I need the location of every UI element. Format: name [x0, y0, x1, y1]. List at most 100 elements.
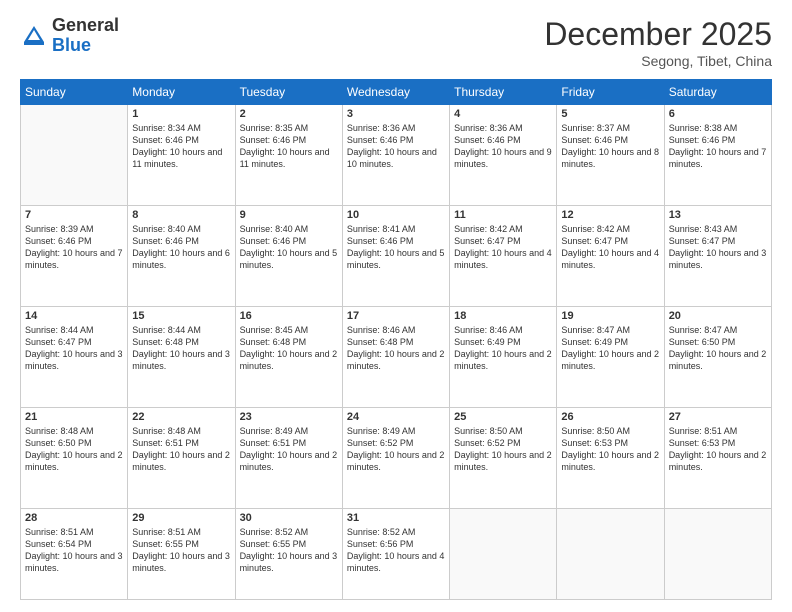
day-number: 30 [240, 512, 338, 524]
cell-info: Sunrise: 8:50 AMSunset: 6:52 PMDaylight:… [454, 425, 552, 474]
cell-info: Sunrise: 8:50 AMSunset: 6:53 PMDaylight:… [561, 425, 659, 474]
cell-info: Sunrise: 8:36 AMSunset: 6:46 PMDaylight:… [347, 122, 445, 171]
table-row [21, 105, 128, 206]
table-row: 17 Sunrise: 8:46 AMSunset: 6:48 PMDayligh… [342, 307, 449, 408]
table-row: 13 Sunrise: 8:43 AMSunset: 6:47 PMDayligh… [664, 206, 771, 307]
table-row: 23 Sunrise: 8:49 AMSunset: 6:51 PMDayligh… [235, 408, 342, 509]
day-number: 3 [347, 108, 445, 120]
cell-info: Sunrise: 8:44 AMSunset: 6:48 PMDaylight:… [132, 324, 230, 373]
table-row: 5 Sunrise: 8:37 AMSunset: 6:46 PMDaylight… [557, 105, 664, 206]
table-row: 24Sunrise: 8:49 AMSunset: 6:52 PMDayligh… [342, 408, 449, 509]
day-number: 18 [454, 310, 552, 322]
day-number: 6 [669, 108, 767, 120]
cell-info: Sunrise: 8:46 AMSunset: 6:48 PMDaylight:… [347, 324, 445, 373]
table-row [557, 509, 664, 600]
table-row: 1Sunrise: 8:34 AMSunset: 6:46 PMDaylight… [128, 105, 235, 206]
cell-info: Sunrise: 8:45 AMSunset: 6:48 PMDaylight:… [240, 324, 338, 373]
day-number: 15 [132, 310, 230, 322]
cell-info: Sunrise: 8:42 AMSunset: 6:47 PMDaylight:… [561, 223, 659, 272]
cell-info: Sunrise: 8:44 AMSunset: 6:47 PMDaylight:… [25, 324, 123, 373]
logo: General Blue [20, 16, 119, 56]
col-monday: Monday [128, 80, 235, 105]
table-row: 12 Sunrise: 8:42 AMSunset: 6:47 PMDayligh… [557, 206, 664, 307]
col-thursday: Thursday [450, 80, 557, 105]
day-number: 13 [669, 209, 767, 221]
table-row: 22 Sunrise: 8:48 AMSunset: 6:51 PMDayligh… [128, 408, 235, 509]
day-number: 7 [25, 209, 123, 221]
logo-general-text: General [52, 15, 119, 35]
cell-info: Sunrise: 8:39 AMSunset: 6:46 PMDaylight:… [25, 223, 123, 272]
table-row: 21 Sunrise: 8:48 AMSunset: 6:50 PMDayligh… [21, 408, 128, 509]
table-row: 28Sunrise: 8:51 AMSunset: 6:54 PMDayligh… [21, 509, 128, 600]
table-row [664, 509, 771, 600]
day-number: 28 [25, 512, 123, 524]
day-number: 21 [25, 411, 123, 423]
col-sunday: Sunday [21, 80, 128, 105]
table-row: 9 Sunrise: 8:40 AMSunset: 6:46 PMDaylight… [235, 206, 342, 307]
cell-info: Sunrise: 8:38 AMSunset: 6:46 PMDaylight:… [669, 122, 767, 171]
day-number: 10 [347, 209, 445, 221]
calendar-week-row: 21 Sunrise: 8:48 AMSunset: 6:50 PMDayligh… [21, 408, 772, 509]
calendar-week-row: 28Sunrise: 8:51 AMSunset: 6:54 PMDayligh… [21, 509, 772, 600]
table-row: 4Sunrise: 8:36 AMSunset: 6:46 PMDaylight… [450, 105, 557, 206]
day-number: 26 [561, 411, 659, 423]
col-saturday: Saturday [664, 80, 771, 105]
header: General Blue December 2025 Segong, Tibet… [20, 16, 772, 69]
day-number: 29 [132, 512, 230, 524]
day-number: 8 [132, 209, 230, 221]
col-tuesday: Tuesday [235, 80, 342, 105]
cell-info: Sunrise: 8:49 AMSunset: 6:51 PMDaylight:… [240, 425, 338, 474]
calendar-week-row: 1Sunrise: 8:34 AMSunset: 6:46 PMDaylight… [21, 105, 772, 206]
table-row: 25 Sunrise: 8:50 AMSunset: 6:52 PMDayligh… [450, 408, 557, 509]
table-row: 16 Sunrise: 8:45 AMSunset: 6:48 PMDayligh… [235, 307, 342, 408]
day-number: 22 [132, 411, 230, 423]
table-row: 10Sunrise: 8:41 AMSunset: 6:46 PMDayligh… [342, 206, 449, 307]
day-number: 17 [347, 310, 445, 322]
cell-info: Sunrise: 8:52 AMSunset: 6:55 PMDaylight:… [240, 526, 338, 575]
month-title: December 2025 [544, 16, 772, 53]
calendar-table: Sunday Monday Tuesday Wednesday Thursday… [20, 79, 772, 600]
logo-blue-text: Blue [52, 35, 91, 55]
cell-info: Sunrise: 8:47 AMSunset: 6:50 PMDaylight:… [669, 324, 767, 373]
table-row: 6 Sunrise: 8:38 AMSunset: 6:46 PMDaylight… [664, 105, 771, 206]
day-number: 12 [561, 209, 659, 221]
cell-info: Sunrise: 8:40 AMSunset: 6:46 PMDaylight:… [132, 223, 230, 272]
day-number: 11 [454, 209, 552, 221]
cell-info: Sunrise: 8:34 AMSunset: 6:46 PMDaylight:… [132, 122, 230, 171]
cell-info: Sunrise: 8:35 AMSunset: 6:46 PMDaylight:… [240, 122, 338, 171]
cell-info: Sunrise: 8:48 AMSunset: 6:50 PMDaylight:… [25, 425, 123, 474]
cell-info: Sunrise: 8:47 AMSunset: 6:49 PMDaylight:… [561, 324, 659, 373]
table-row: 30 Sunrise: 8:52 AMSunset: 6:55 PMDayligh… [235, 509, 342, 600]
cell-info: Sunrise: 8:43 AMSunset: 6:47 PMDaylight:… [669, 223, 767, 272]
day-number: 5 [561, 108, 659, 120]
day-number: 31 [347, 512, 445, 524]
cell-info: Sunrise: 8:48 AMSunset: 6:51 PMDaylight:… [132, 425, 230, 474]
table-row: 20Sunrise: 8:47 AMSunset: 6:50 PMDayligh… [664, 307, 771, 408]
day-number: 14 [25, 310, 123, 322]
day-number: 24 [347, 411, 445, 423]
location: Segong, Tibet, China [544, 53, 772, 69]
cell-info: Sunrise: 8:36 AMSunset: 6:46 PMDaylight:… [454, 122, 552, 171]
day-number: 9 [240, 209, 338, 221]
day-number: 16 [240, 310, 338, 322]
table-row: 27Sunrise: 8:51 AMSunset: 6:53 PMDayligh… [664, 408, 771, 509]
day-number: 23 [240, 411, 338, 423]
cell-info: Sunrise: 8:37 AMSunset: 6:46 PMDaylight:… [561, 122, 659, 171]
table-row: 3 Sunrise: 8:36 AMSunset: 6:46 PMDaylight… [342, 105, 449, 206]
col-friday: Friday [557, 80, 664, 105]
day-number: 25 [454, 411, 552, 423]
calendar-week-row: 7 Sunrise: 8:39 AMSunset: 6:46 PMDaylight… [21, 206, 772, 307]
table-row: 26 Sunrise: 8:50 AMSunset: 6:53 PMDayligh… [557, 408, 664, 509]
table-row: 2Sunrise: 8:35 AMSunset: 6:46 PMDaylight… [235, 105, 342, 206]
calendar-header-row: Sunday Monday Tuesday Wednesday Thursday… [21, 80, 772, 105]
table-row [450, 509, 557, 600]
cell-info: Sunrise: 8:40 AMSunset: 6:46 PMDaylight:… [240, 223, 338, 272]
table-row: 7 Sunrise: 8:39 AMSunset: 6:46 PMDaylight… [21, 206, 128, 307]
logo-icon [20, 22, 48, 50]
title-block: December 2025 Segong, Tibet, China [544, 16, 772, 69]
day-number: 19 [561, 310, 659, 322]
cell-info: Sunrise: 8:46 AMSunset: 6:49 PMDaylight:… [454, 324, 552, 373]
table-row: 29Sunrise: 8:51 AMSunset: 6:55 PMDayligh… [128, 509, 235, 600]
table-row: 31Sunrise: 8:52 AMSunset: 6:56 PMDayligh… [342, 509, 449, 600]
page: General Blue December 2025 Segong, Tibet… [0, 0, 792, 612]
